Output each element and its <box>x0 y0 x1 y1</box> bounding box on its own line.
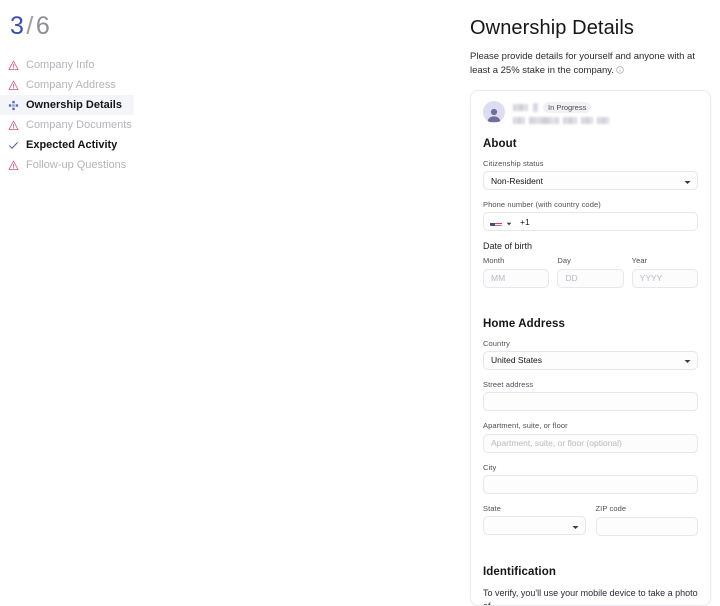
main-content: Ownership Details Please provide details… <box>470 0 720 604</box>
wizard-sidebar: 3/6 Company Info Company Address <box>0 0 300 175</box>
dob-day-input[interactable] <box>557 269 623 288</box>
apartment-input[interactable] <box>483 434 698 453</box>
card-header-secondary-row <box>513 117 698 124</box>
sidebar-item-label: Company Documents <box>26 119 132 131</box>
zip-code-input[interactable] <box>596 517 699 536</box>
country-select[interactable]: United States <box>483 351 698 370</box>
sidebar-item-label: Follow-up Questions <box>26 159 126 171</box>
zip-code-label: ZIP code <box>596 504 699 513</box>
redacted-detail-2 <box>529 117 559 124</box>
identification-section-title: Identification <box>483 566 698 578</box>
sparkle-icon <box>8 100 19 111</box>
street-address-field: Street address <box>483 380 698 412</box>
dob-day-field: Day <box>557 256 623 288</box>
dob-year-field: Year <box>632 256 698 288</box>
citizenship-status-value: Non-Resident <box>491 171 543 190</box>
card-header-primary-row: In Progress <box>513 102 698 114</box>
sidebar-item-label: Company Address <box>26 79 116 91</box>
country-label: Country <box>483 339 698 348</box>
sidebar-item-label: Company Info <box>26 59 94 71</box>
city-field: City <box>483 463 698 495</box>
apartment-field: Apartment, suite, or floor <box>483 421 698 453</box>
sidebar-item-follow-up-questions[interactable]: Follow-up Questions <box>0 155 300 175</box>
identification-description: To verify, you'll use your mobile device… <box>483 587 698 606</box>
date-of-birth-row: Month Day Year <box>483 256 698 298</box>
dob-month-input[interactable] <box>483 269 549 288</box>
chevron-down-icon[interactable] <box>506 213 512 231</box>
citizenship-status-select[interactable]: Non-Resident <box>483 171 698 190</box>
warning-triangle-icon <box>8 80 19 91</box>
avatar <box>483 101 505 123</box>
apartment-label: Apartment, suite, or floor <box>483 421 698 430</box>
city-label: City <box>483 463 698 472</box>
country-value: United States <box>491 351 542 370</box>
page-title: Ownership Details <box>470 16 720 40</box>
page-subtitle: Please provide details for yourself and … <box>470 50 702 79</box>
redacted-detail-1 <box>513 117 525 124</box>
step-total: 6 <box>36 12 50 40</box>
state-field: State <box>483 504 586 536</box>
sidebar-item-company-address[interactable]: Company Address <box>0 75 300 95</box>
redacted-detail-5 <box>597 117 609 124</box>
redacted-detail-4 <box>581 117 593 124</box>
warning-triangle-icon <box>8 120 19 131</box>
phone-country-code: +1 <box>520 217 530 227</box>
state-zip-row: State ZIP code <box>483 504 698 546</box>
person-avatar-icon <box>486 107 502 122</box>
date-of-birth-group: Date of birth Month Day Year <box>483 241 698 298</box>
sidebar-item-ownership-details[interactable]: Ownership Details <box>0 95 134 115</box>
warning-triangle-icon <box>8 160 19 171</box>
us-flag-icon[interactable] <box>490 218 502 226</box>
dob-month-label: Month <box>483 256 549 265</box>
sidebar-item-company-info[interactable]: Company Info <box>0 55 300 75</box>
sidebar-item-expected-activity[interactable]: Expected Activity <box>0 135 300 155</box>
redacted-name-part-2 <box>533 103 538 112</box>
street-address-label: Street address <box>483 380 698 389</box>
home-address-section-title: Home Address <box>483 318 698 330</box>
phone-number-input-row[interactable]: +1 <box>483 212 698 231</box>
card-header-meta: In Progress <box>513 101 698 125</box>
phone-number-label: Phone number (with country code) <box>483 200 698 209</box>
about-section-title: About <box>483 138 698 150</box>
owner-details-card: In Progress About Citizenship status Non… <box>470 90 711 606</box>
wizard-nav-list: Company Info Company Address Ownership D… <box>0 55 300 175</box>
sidebar-item-label: Expected Activity <box>26 139 117 151</box>
status-badge: In Progress <box>543 102 591 114</box>
country-field: Country United States <box>483 339 698 370</box>
step-counter: 3/6 <box>0 14 300 39</box>
redacted-name-part-1 <box>513 104 528 111</box>
check-icon <box>8 140 19 151</box>
redacted-detail-3 <box>563 117 577 124</box>
dob-year-label: Year <box>632 256 698 265</box>
sidebar-item-label: Ownership Details <box>26 99 122 111</box>
zip-code-field: ZIP code <box>596 504 699 536</box>
dob-month-field: Month <box>483 256 549 288</box>
citizenship-status-field: Citizenship status Non-Resident <box>483 159 698 190</box>
street-address-input[interactable] <box>483 392 698 411</box>
step-separator: / <box>26 12 33 40</box>
card-header: In Progress <box>483 101 698 125</box>
state-label: State <box>483 504 586 513</box>
city-input[interactable] <box>483 475 698 494</box>
step-current: 3 <box>10 12 24 40</box>
page-subtitle-text: Please provide details for yourself and … <box>470 51 695 76</box>
citizenship-status-label: Citizenship status <box>483 159 698 168</box>
info-circle-icon[interactable] <box>616 65 624 79</box>
sidebar-item-company-documents[interactable]: Company Documents <box>0 115 300 135</box>
date-of-birth-label: Date of birth <box>483 241 698 251</box>
warning-triangle-icon <box>8 60 19 71</box>
phone-number-field: Phone number (with country code) +1 <box>483 200 698 231</box>
state-select[interactable] <box>483 516 586 535</box>
dob-year-input[interactable] <box>632 269 698 288</box>
dob-day-label: Day <box>557 256 623 265</box>
